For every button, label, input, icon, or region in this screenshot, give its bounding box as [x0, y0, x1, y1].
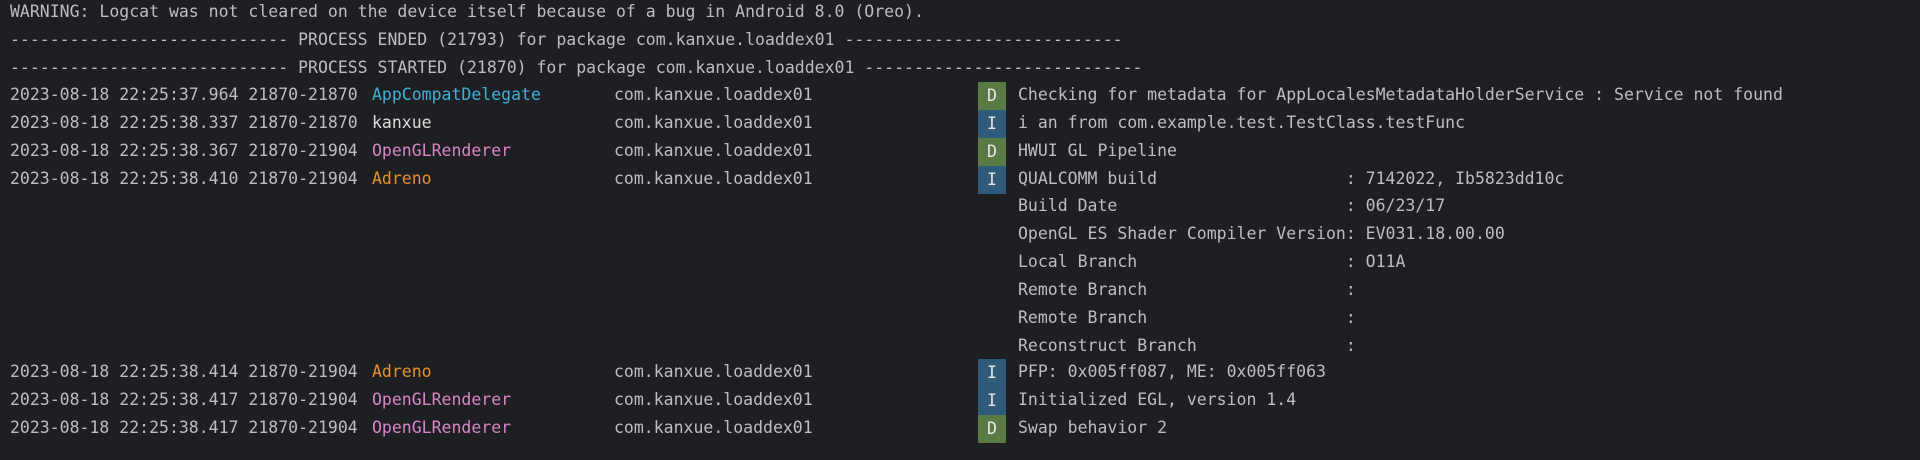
log-level-badge: D: [978, 415, 1006, 443]
log-message: PFP: 0x005ff087, ME: 0x005ff063: [1018, 362, 1326, 381]
log-timestamp: 2023-08-18 22:25:38.417 21870-21904: [10, 390, 358, 409]
log-continuation-line: OpenGL ES Shader Compiler Version: EV031…: [1018, 224, 1505, 243]
log-package: com.kanxue.loaddex01: [614, 169, 813, 188]
log-continuation-line: Local Branch : O11A: [1018, 252, 1406, 271]
log-message: Checking for metadata for AppLocalesMeta…: [1018, 85, 1783, 104]
log-entry-row[interactable]: 2023-08-18 22:25:38.367 21870-21904 OpenG…: [0, 138, 1920, 166]
log-tag: Adreno: [372, 169, 432, 188]
log-package: com.kanxue.loaddex01: [614, 113, 813, 132]
log-timestamp: 2023-08-18 22:25:38.337 21870-21870: [10, 113, 358, 132]
log-timestamp: 2023-08-18 22:25:38.367 21870-21904: [10, 141, 358, 160]
log-level-badge: I: [978, 110, 1006, 138]
log-entry-row[interactable]: 2023-08-18 22:25:38.417 21870-21904 OpenG…: [0, 387, 1920, 415]
log-message: i an from com.example.test.TestClass.tes…: [1018, 113, 1466, 132]
log-package: com.kanxue.loaddex01: [614, 85, 813, 104]
log-timestamp: 2023-08-18 22:25:38.410 21870-21904: [10, 169, 358, 188]
process-ended-line: ---------------------------- PROCESS END…: [10, 30, 1123, 49]
log-tag: OpenGLRenderer: [372, 418, 512, 437]
log-timestamp: 2023-08-18 22:25:37.964 21870-21870: [10, 85, 358, 104]
log-tag: OpenGLRenderer: [372, 141, 512, 160]
log-level-badge: I: [978, 387, 1006, 415]
log-level-badge: D: [978, 82, 1006, 110]
log-level-badge: I: [978, 359, 1006, 387]
log-level-badge: I: [978, 166, 1006, 194]
log-package: com.kanxue.loaddex01: [614, 390, 813, 409]
log-entry-row[interactable]: 2023-08-18 22:25:38.410 21870-21904 Adren…: [0, 166, 1920, 194]
log-message: Swap behavior 2: [1018, 418, 1168, 437]
log-timestamp: 2023-08-18 22:25:38.417 21870-21904: [10, 418, 358, 437]
log-entry-row[interactable]: 2023-08-18 22:25:37.964 21870-21870 AppCo…: [0, 82, 1920, 110]
log-message: QUALCOMM build : 7142022, Ib5823dd10c: [1018, 169, 1565, 188]
log-tag: AppCompatDelegate: [372, 85, 541, 104]
log-tag: Adreno: [372, 362, 432, 381]
warning-line: WARNING: Logcat was not cleared on the d…: [10, 2, 924, 21]
log-continuation-line: Reconstruct Branch :: [1018, 336, 1356, 355]
log-entry-row[interactable]: 2023-08-18 22:25:38.337 21870-21870 kanxu…: [0, 110, 1920, 138]
log-message: Initialized EGL, version 1.4: [1018, 390, 1297, 409]
log-continuation-line: Remote Branch :: [1018, 280, 1356, 299]
log-message: HWUI GL Pipeline: [1018, 141, 1177, 160]
log-continuation-line: Build Date : 06/23/17: [1018, 196, 1446, 215]
log-timestamp: 2023-08-18 22:25:38.414 21870-21904: [10, 362, 358, 381]
log-package: com.kanxue.loaddex01: [614, 141, 813, 160]
log-tag: kanxue: [372, 113, 432, 132]
log-entry-row[interactable]: 2023-08-18 22:25:38.417 21870-21904 OpenG…: [0, 415, 1920, 443]
log-package: com.kanxue.loaddex01: [614, 362, 813, 381]
log-package: com.kanxue.loaddex01: [614, 418, 813, 437]
log-level-badge: D: [978, 138, 1006, 166]
process-started-line: ---------------------------- PROCESS STA…: [10, 58, 1143, 77]
log-continuation-line: Remote Branch :: [1018, 308, 1356, 327]
log-tag: OpenGLRenderer: [372, 390, 512, 409]
log-entry-row[interactable]: 2023-08-18 22:25:38.414 21870-21904 Adren…: [0, 359, 1920, 387]
